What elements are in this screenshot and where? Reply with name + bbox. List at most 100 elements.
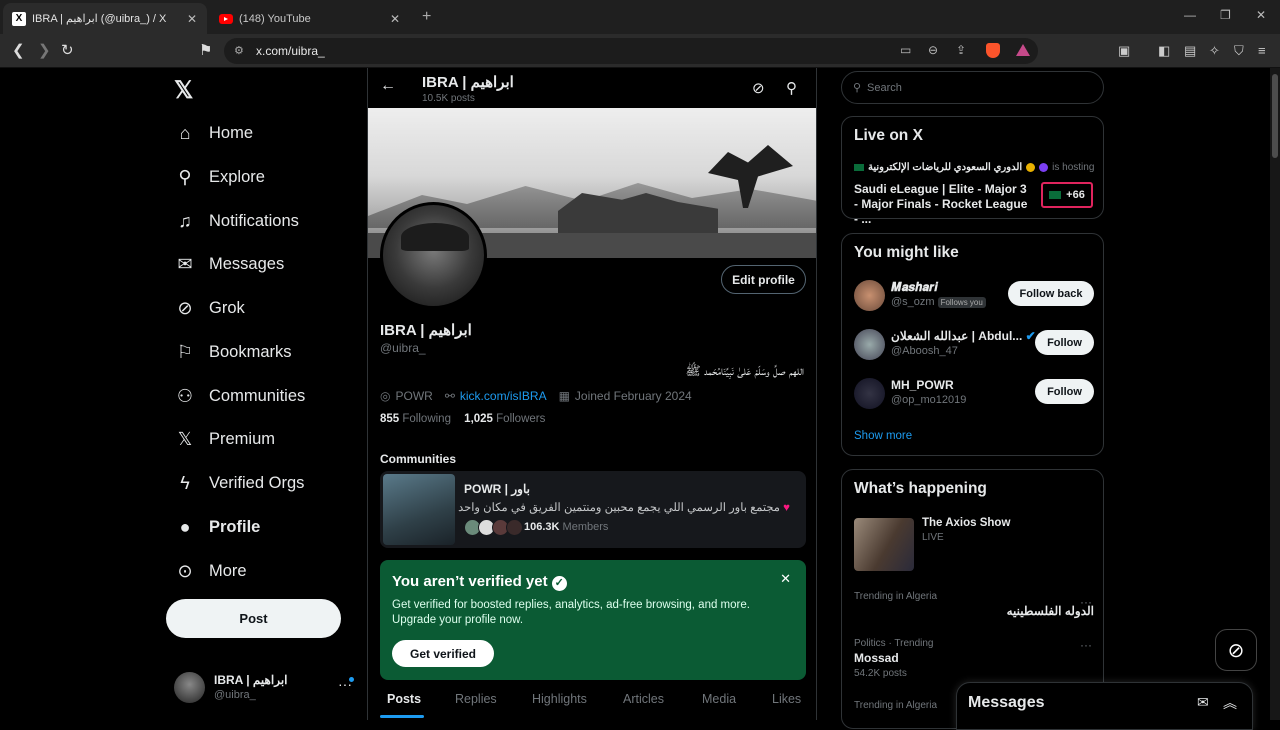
page-scrollbar[interactable] [1270,68,1280,720]
grok-icon[interactable]: ⊘ [752,79,765,97]
tab-media[interactable]: Media [702,692,736,706]
following-count: 855 [380,413,400,425]
back-arrow-icon[interactable]: ← [380,77,396,95]
more-circle-icon: ⊙ [177,560,193,581]
flag-icon [854,164,864,171]
more-dots-icon[interactable]: ··· [1080,638,1092,652]
more-dots-icon[interactable]: ··· [1080,595,1092,609]
brave-shields-icon[interactable] [986,43,1000,58]
close-icon[interactable]: ✕ [780,571,791,587]
community-description-text: مجتمع باور الرسمي اللي يجمع محبين ومنتمي… [458,502,780,514]
trend-item[interactable]: Politics · Trending Mossad 54.2K posts ·… [854,638,1094,679]
follow-back-button[interactable]: Follow back [1008,281,1094,306]
nav-item-messages[interactable]: ✉ Messages [174,249,284,279]
grok-floating-icon[interactable]: ⊘ [1215,629,1257,671]
live-title[interactable]: Saudi eLeague | Elite - Major 3 - Major … [854,182,1034,227]
forward-arrow-icon[interactable]: ❯ [38,41,51,59]
profile-link[interactable]: kick.com/isIBRA [460,389,547,403]
share-icon[interactable]: ⇪ [956,43,966,57]
suggested-user[interactable]: MH_POWR @op_mo12019 Follow [854,376,1094,411]
nav-item-communities[interactable]: ⚇ Communities [174,381,305,411]
suggested-user[interactable]: 𝑴𝒂𝒔𝒉𝒂𝒓𝒊 @s_ozm Follows you Follow back [854,278,1094,313]
messages-drawer[interactable]: Messages ✉ ︽ [956,682,1253,730]
tab-articles[interactable]: Articles [623,692,664,706]
bookmark-page-icon[interactable]: ⚑ [199,41,212,59]
nav-item-bookmarks[interactable]: ⚐ Bookmarks [174,337,292,367]
search-box[interactable]: ⚲ Search [841,71,1104,104]
search-placeholder: Search [867,82,902,94]
live-listener-count[interactable]: +66 [1041,182,1093,208]
user-name-text: عبدالله الشعلان | Abdul... [891,329,1023,343]
back-arrow-icon[interactable]: ❮ [12,41,25,59]
browser-tab-x[interactable]: X IBRA | ابراهيم (@uibra_) / X ✕ [3,3,207,34]
zoom-icon[interactable]: ⊖ [928,43,938,57]
tab-likes[interactable]: Likes [772,692,801,706]
scrollbar-thumb[interactable] [1272,74,1278,158]
search-icon[interactable]: ⚲ [786,79,797,97]
follow-button[interactable]: Follow [1035,379,1094,404]
axios-show-thumbnail[interactable] [854,518,914,571]
reader-mode-icon[interactable]: ▣ [1118,43,1130,59]
nav-label: Premium [209,429,276,448]
user-name: MH_POWR [891,378,954,392]
account-switcher[interactable]: IBRA | ابراهيم @uibra_ ··· [174,670,360,710]
community-card[interactable]: POWR | باور ♥ مجتمع باور الرسمي اللي يجم… [380,471,806,548]
new-message-icon[interactable]: ✉ [1197,694,1209,711]
cast-icon[interactable]: ▭ [900,43,911,57]
suggested-user[interactable]: عبدالله الشعلان | Abdul... ✔ @Aboosh_47 … [854,327,1094,362]
nav-item-more[interactable]: ⊙ More [174,556,246,586]
post-button[interactable]: Post [166,599,341,638]
community-name: POWR | باور [464,482,530,496]
wallet-icon[interactable]: ▤ [1184,43,1196,59]
profile-header-bar: ← IBRA | ابراهيم 10.5K posts ⊘ ⚲ [368,68,816,108]
x-logo-icon[interactable]: 𝕏 [174,76,193,105]
vpn-icon[interactable]: ⛉ [1234,43,1244,59]
search-icon: ⚲ [178,166,192,187]
get-verified-button[interactable]: Get verified [392,640,494,667]
nav-item-verified-orgs[interactable]: ϟ Verified Orgs [174,468,304,498]
reload-icon[interactable]: ↻ [61,41,74,59]
brave-rewards-icon[interactable] [1016,44,1030,56]
close-window-icon[interactable]: ✕ [1256,8,1266,22]
browser-tab-youtube[interactable]: (148) YouTube ✕ [210,3,410,34]
follow-button[interactable]: Follow [1035,330,1094,355]
edit-profile-button[interactable]: Edit profile [721,265,806,294]
nav-item-notifications[interactable]: ♫ Notifications [174,206,299,236]
new-tab-icon[interactable]: + [422,8,431,26]
user-handle-row: @s_ozm Follows you [891,296,986,308]
heart-icon: ♥ [779,502,790,514]
site-info-icon[interactable]: ⚙ [234,44,244,57]
live-show-title[interactable]: The Axios Show [922,517,1010,529]
menu-icon[interactable]: ≡ [1258,43,1266,58]
tab-replies[interactable]: Replies [455,692,497,706]
maximize-icon[interactable]: ❐ [1220,8,1231,22]
communities-heading: Communities [380,452,457,466]
nav-item-profile[interactable]: ● Profile [174,512,261,542]
wtf-heading: You might like [854,244,959,261]
close-tab-icon[interactable]: ✕ [390,12,400,26]
nav-item-explore[interactable]: ⚲ Explore [174,162,265,192]
leo-ai-icon[interactable]: ✧ [1209,43,1220,59]
nav-item-grok[interactable]: ⊘ Grok [174,293,244,323]
nav-item-home[interactable]: ⌂ Home [174,118,253,148]
sidebar-icon[interactable]: ◧ [1158,43,1170,59]
link-icon: ⚯ [444,389,455,403]
search-icon: ⚲ [853,82,862,94]
trend-item[interactable]: Trending in Algeria الدوله الفلسطينيه ··… [854,591,1094,618]
omnibox[interactable]: ⚙ x.com/uibra_ ▭ ⊖ ⇪ [224,38,1038,64]
profile-avatar[interactable] [380,202,487,309]
close-tab-icon[interactable]: ✕ [187,12,197,26]
browser-tab-strip: X IBRA | ابراهيم (@uibra_) / X ✕ (148) Y… [0,0,1280,34]
host-name[interactable]: الدوري السعودي للرياضات الإلكترونية [868,162,1022,173]
followers-link[interactable]: 1,025 Followers [464,413,545,425]
tab-posts[interactable]: Posts [387,692,421,706]
tab-highlights[interactable]: Highlights [532,692,587,706]
following-link[interactable]: 855 Following [380,413,451,425]
avatar [854,378,885,409]
nav-item-premium[interactable]: 𝕏 Premium [174,424,275,454]
minimize-icon[interactable]: — [1184,8,1196,22]
user-name: 𝑴𝒂𝒔𝒉𝒂𝒓𝒊 [891,280,938,294]
show-more-link[interactable]: Show more [854,430,912,442]
expand-chevron-icon[interactable]: ︽ [1223,693,1237,713]
youtube-favicon-icon [219,13,233,24]
